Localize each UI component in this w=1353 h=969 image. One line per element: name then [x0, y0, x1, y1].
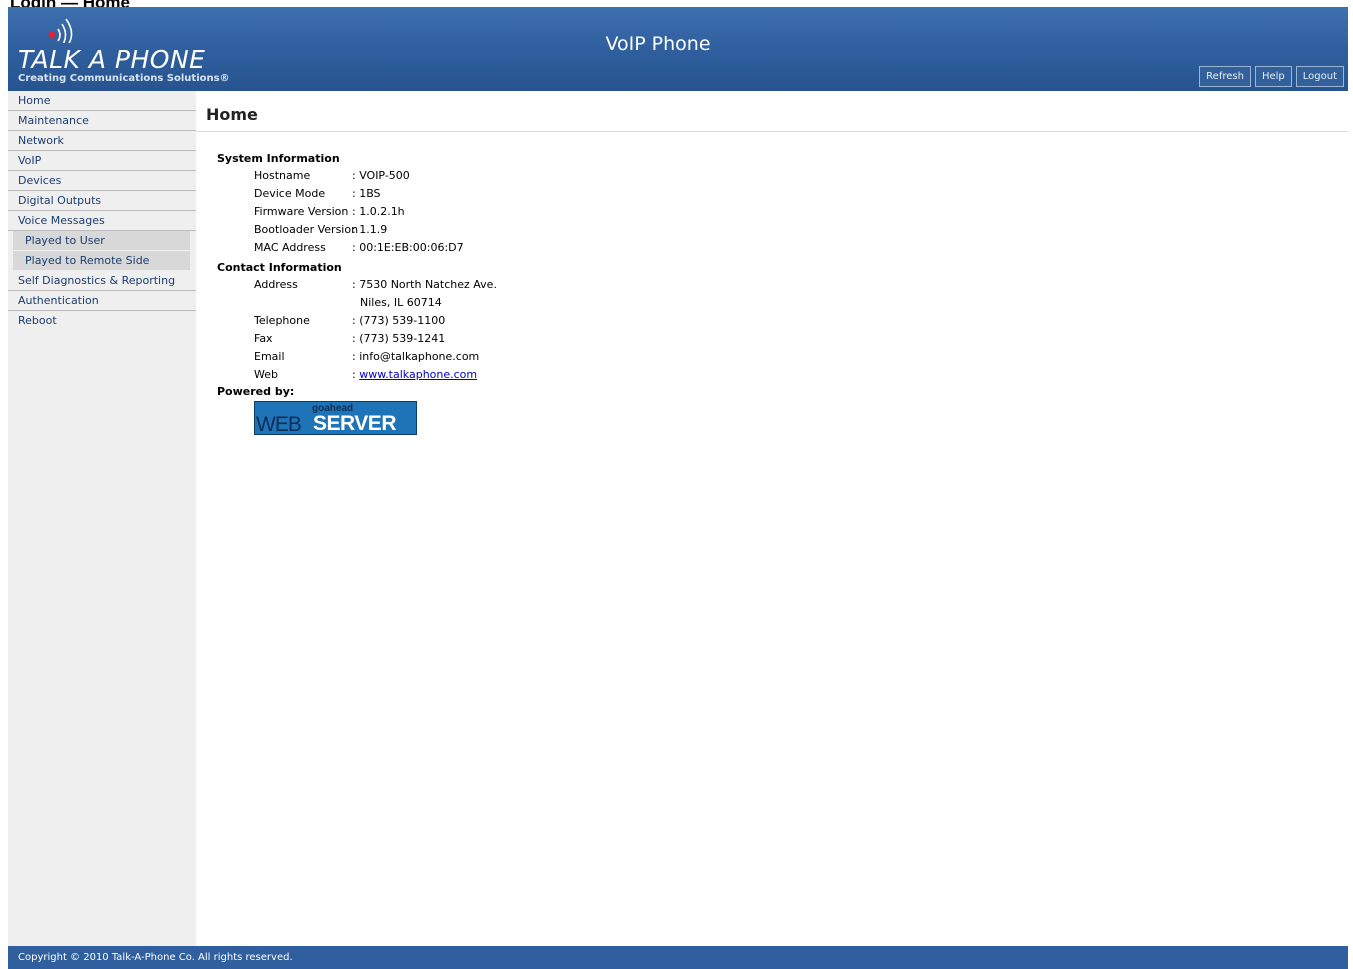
badge-server-text: SERVER: [313, 412, 396, 435]
title-divider: [196, 131, 1348, 132]
device-mode-label: Device Mode: [254, 187, 326, 200]
browser-page: TALK A PHONE Creating Communications Sol…: [8, 7, 1348, 969]
header-bar: TALK A PHONE Creating Communications Sol…: [8, 7, 1348, 91]
address-label: Address: [254, 278, 298, 291]
header-toolbar: Refresh Help Logout: [1199, 66, 1344, 87]
powered-by-heading: Powered by:: [217, 385, 295, 398]
sidebar-item-reboot[interactable]: Reboot: [8, 311, 196, 331]
logo-tagline: Creating Communications Solutions®: [18, 73, 230, 84]
footer-bar: Copyright © 2010 Talk-A-Phone Co. All ri…: [8, 946, 1348, 969]
email-label: Email: [254, 350, 285, 363]
bootloader-version-value: : 1.1.9: [352, 223, 388, 236]
sidebar-item-authentication[interactable]: Authentication: [8, 291, 196, 311]
sidebar-item-voice-messages[interactable]: Voice Messages: [8, 211, 196, 231]
firmware-version-value: : 1.0.2.1h: [352, 205, 405, 218]
system-information-heading: System Information: [217, 152, 340, 165]
contact-information-heading: Contact Information: [217, 261, 342, 274]
goahead-webserver-badge[interactable]: goahead WEB SERVER: [254, 401, 417, 435]
telephone-row: Telephone : (773) 539-1100: [254, 313, 445, 329]
device-mode-value: : 1BS: [352, 187, 381, 200]
mac-address-label: MAC Address: [254, 241, 326, 254]
firmware-version-row: Firmware Version: 1.0.2.1h: [254, 204, 405, 220]
web-row: Web: www.talkaphone.com: [254, 367, 477, 383]
mac-address-row: MAC Address : 00:1E:EB:00:06:D7: [254, 240, 464, 256]
sidebar-item-home[interactable]: Home: [8, 91, 196, 111]
sidebar-item-devices[interactable]: Devices: [8, 171, 196, 191]
website-link[interactable]: www.talkaphone.com: [359, 368, 477, 381]
mac-address-value: : 00:1E:EB:00:06:D7: [352, 241, 464, 254]
help-button[interactable]: Help: [1254, 66, 1292, 87]
telephone-label: Telephone: [254, 314, 310, 327]
logout-button[interactable]: Logout: [1295, 66, 1344, 87]
hostname-label: Hostname: [254, 169, 311, 182]
fax-row: Fax : (773) 539-1241: [254, 331, 445, 347]
address-row: Address : 7530 North Natchez Ave.: [254, 277, 497, 293]
device-mode-row: Device Mode : 1BS: [254, 186, 381, 202]
fax-value: : (773) 539-1241: [352, 332, 446, 345]
bootloader-version-row: Bootloader Version: 1.1.9: [254, 222, 387, 238]
sidebar-subitem-played-to-user[interactable]: Played to User: [13, 231, 190, 251]
bootloader-version-label: Bootloader Version: [254, 223, 359, 236]
email-row: Email : info@talkaphone.com: [254, 349, 479, 365]
web-label: Web: [254, 368, 278, 381]
refresh-button[interactable]: Refresh: [1199, 66, 1251, 87]
telephone-value: : (773) 539-1100: [352, 314, 446, 327]
page-title: Home: [206, 105, 258, 124]
address-line2-row: Niles, IL 60714: [254, 295, 442, 311]
sidebar-item-digital-outputs[interactable]: Digital Outputs: [8, 191, 196, 211]
main-content: Home System Information Hostname : VOIP-5…: [196, 91, 1348, 946]
email-value: : info@talkaphone.com: [352, 350, 480, 363]
sidebar-nav: Home Maintenance Network VoIP Devices Di…: [8, 91, 196, 946]
hostname-value: : VOIP-500: [352, 169, 410, 182]
app-title: VoIP Phone: [605, 33, 711, 55]
firmware-version-label: Firmware Version: [254, 205, 349, 218]
sidebar-item-maintenance[interactable]: Maintenance: [8, 111, 196, 131]
sidebar-subitem-played-to-remote-side[interactable]: Played to Remote Side: [13, 251, 190, 271]
sidebar-item-voip[interactable]: VoIP: [8, 151, 196, 171]
hostname-row: Hostname : VOIP-500: [254, 168, 410, 184]
badge-web-text: WEB: [256, 413, 302, 435]
sidebar-item-network[interactable]: Network: [8, 131, 196, 151]
copyright-text: Copyright © 2010 Talk-A-Phone Co. All ri…: [18, 952, 293, 963]
address-value-line2: Niles, IL 60714: [360, 296, 442, 309]
fax-label: Fax: [254, 332, 273, 345]
sidebar-item-self-diagnostics[interactable]: Self Diagnostics & Reporting: [8, 271, 196, 291]
address-value: : 7530 North Natchez Ave.: [352, 278, 497, 291]
